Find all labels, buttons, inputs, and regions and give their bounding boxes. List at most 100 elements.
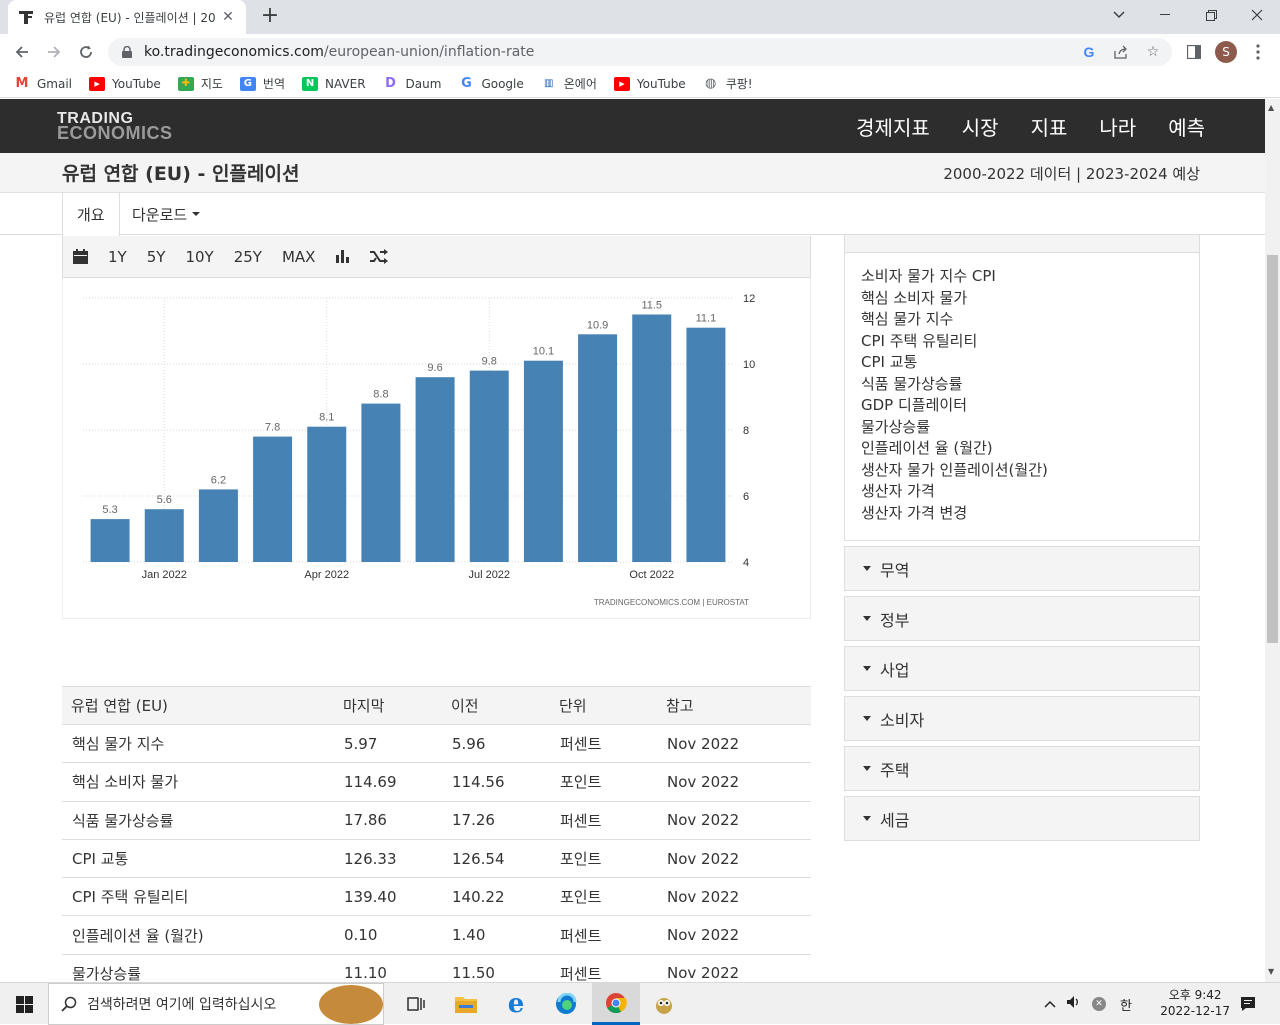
share-icon[interactable] (1112, 43, 1130, 61)
cell-indicator[interactable]: 인플레이션 율 (월간) (62, 915, 334, 955)
task-view-icon[interactable] (392, 983, 440, 1025)
tab-download[interactable]: 다운로드 (118, 193, 214, 235)
cell-indicator[interactable]: 식품 물가상승률 (62, 801, 334, 840)
chevron-up-icon[interactable] (1044, 997, 1056, 1012)
bookmark-maps[interactable]: ✚ 지도 (177, 75, 223, 92)
range-5y-button[interactable]: 5Y (147, 248, 166, 266)
sidebar-accordion-section[interactable]: 소비자 (844, 696, 1200, 741)
windows-start-icon[interactable] (0, 983, 48, 1025)
reload-icon[interactable] (73, 39, 99, 65)
ime-indicator[interactable]: 한 (1120, 995, 1132, 1014)
range-25y-button[interactable]: 25Y (234, 248, 262, 266)
browser-tab[interactable]: 유럽 연합 (EU) - 인플레이션 | 20 ✕ (8, 0, 246, 34)
bookmark-daum[interactable]: D Daum (383, 76, 441, 91)
sidebar-link[interactable]: 생산자 물가 인플레이션(월간) (861, 460, 1199, 482)
shuffle-compare-icon[interactable] (370, 249, 389, 264)
bookmark-coupang[interactable]: ◍ 쿠팡! (703, 75, 753, 92)
lock-icon[interactable] (122, 46, 132, 58)
minimize-button[interactable] (1142, 0, 1188, 30)
bookmark-google[interactable]: G Google (458, 76, 524, 91)
profile-avatar[interactable]: S (1213, 39, 1239, 65)
sidebar-link[interactable]: GDP 디플레이터 (861, 395, 1199, 417)
sidebar-link[interactable]: 생산자 가격 (861, 481, 1199, 503)
chart-bar (307, 426, 347, 562)
sidebar-link[interactable]: 생산자 가격 변경 (861, 503, 1199, 525)
table-row[interactable]: 핵심 물가 지수 5.97 5.96 퍼센트 Nov 2022 (62, 724, 811, 764)
calendar-icon[interactable] (73, 249, 88, 264)
bookmark-gmail[interactable]: M Gmail (14, 76, 72, 91)
google-translate-icon[interactable]: G (1080, 43, 1098, 61)
table-row[interactable]: 인플레이션 율 (월간) 0.10 1.40 퍼센트 Nov 2022 (62, 915, 811, 955)
bookmark-translate[interactable]: G 번역 (239, 75, 285, 92)
side-panel-icon[interactable] (1181, 39, 1207, 65)
volume-icon[interactable] (1066, 995, 1082, 1013)
sidebar-link[interactable]: CPI 주택 유틸리티 (861, 331, 1199, 353)
table-row[interactable]: 물가상승률 11.10 11.50 퍼센트 Nov 2022 (62, 954, 811, 982)
internet-explorer-icon[interactable]: e (492, 983, 540, 1025)
tab-search-icon[interactable] (1096, 0, 1142, 30)
sidebar-accordion-section[interactable]: 사업 (844, 646, 1200, 691)
nav-indicators[interactable]: 경제지표 (856, 112, 930, 141)
sidebar-link[interactable]: 물가상승률 (861, 417, 1199, 439)
cell-indicator[interactable]: 핵심 물가 지수 (62, 724, 334, 764)
cell-indicator[interactable]: 물가상승률 (62, 954, 334, 982)
nav-countries[interactable]: 나라 (1099, 112, 1136, 141)
restore-button[interactable] (1188, 0, 1234, 30)
network-blocked-icon[interactable]: ✕ (1092, 997, 1106, 1011)
map-icon: ✚ (177, 76, 194, 91)
scrollbar-thumb[interactable] (1267, 255, 1278, 643)
app-owl-icon[interactable] (640, 983, 688, 1025)
page-scrollbar[interactable]: ▲ ▼ (1265, 99, 1280, 982)
address-bar[interactable]: ko.tradingeconomics.com/european-union/i… (108, 38, 1172, 66)
bookmark-youtube[interactable]: ▶ YouTube (89, 76, 161, 91)
forward-arrow-icon[interactable] (41, 39, 67, 65)
back-arrow-icon[interactable] (9, 39, 35, 65)
nav-markets[interactable]: 시장 (962, 112, 999, 141)
scroll-down-arrow-icon[interactable]: ▼ (1268, 967, 1274, 976)
edge-icon[interactable] (542, 983, 590, 1025)
sidebar-accordion-section[interactable]: 주택 (844, 746, 1200, 791)
scroll-up-arrow-icon[interactable]: ▲ (1268, 103, 1274, 112)
sidebar-accordion-section[interactable]: 세금 (844, 796, 1200, 841)
cell-indicator[interactable]: 핵심 소비자 물가 (62, 762, 334, 802)
table-row[interactable]: CPI 교통 126.33 126.54 포인트 Nov 2022 (62, 839, 811, 879)
table-row[interactable]: 식품 물가상승률 17.86 17.26 퍼센트 Nov 2022 (62, 801, 811, 840)
bar-chart-icon[interactable] (335, 249, 350, 264)
bookmark-naver[interactable]: N NAVER (302, 76, 366, 91)
table-row[interactable]: CPI 주택 유틸리티 139.40 140.22 포인트 Nov 2022 (62, 877, 811, 917)
chrome-icon[interactable] (592, 983, 640, 1025)
taskbar-search[interactable]: 검색하려면 여기에 입력하십시오 (48, 983, 384, 1025)
sidebar-link[interactable]: 핵심 소비자 물가 (861, 288, 1199, 310)
sidebar-link[interactable]: 식품 물가상승률 (861, 374, 1199, 396)
nav-indicators-2[interactable]: 지표 (1031, 112, 1068, 141)
cell-indicator[interactable]: CPI 주택 유틸리티 (62, 877, 334, 917)
sidebar-accordion-section[interactable]: 무역 (844, 546, 1200, 591)
range-10y-button[interactable]: 10Y (185, 248, 213, 266)
tab-title: 유럽 연합 (EU) - 인플레이션 | 20 (44, 10, 216, 25)
close-window-button[interactable] (1234, 0, 1280, 30)
sidebar-link[interactable]: 핵심 물가 지수 (861, 309, 1199, 331)
bookmark-star-icon[interactable]: ☆ (1144, 43, 1162, 61)
sidebar-accordion-section[interactable]: 정부 (844, 596, 1200, 641)
system-clock[interactable]: 오후 9:42 2022-12-17 (1160, 987, 1230, 1019)
trading-economics-logo[interactable]: TRADING ECONOMICS (57, 111, 173, 143)
more-menu-icon[interactable] (1245, 39, 1271, 65)
notifications-icon[interactable] (1224, 983, 1272, 1025)
range-max-button[interactable]: MAX (282, 248, 315, 266)
nav-forecasts[interactable]: 예측 (1168, 112, 1205, 141)
naver-icon: N (302, 76, 318, 91)
bookmark-youtube-2[interactable]: ▶ YouTube (613, 76, 686, 91)
new-tab-button[interactable]: + (258, 5, 282, 29)
range-1y-button[interactable]: 1Y (108, 248, 127, 266)
bookmark-onair[interactable]: ▥ 온에어 (541, 75, 597, 92)
cell-indicator[interactable]: CPI 교통 (62, 839, 334, 879)
cell-last: 11.10 (334, 954, 442, 982)
sidebar-link[interactable]: CPI 교통 (861, 352, 1199, 374)
tab-overview[interactable]: 개요 (62, 193, 120, 236)
sidebar-link[interactable]: 소비자 물가 지수 CPI (861, 266, 1199, 288)
search-highlight-icon[interactable] (319, 985, 383, 1024)
sidebar-link[interactable]: 인플레이션 율 (월간) (861, 438, 1199, 460)
file-explorer-icon[interactable] (442, 983, 490, 1025)
close-tab-icon[interactable]: ✕ (220, 9, 236, 25)
table-row[interactable]: 핵심 소비자 물가 114.69 114.56 포인트 Nov 2022 (62, 762, 811, 802)
